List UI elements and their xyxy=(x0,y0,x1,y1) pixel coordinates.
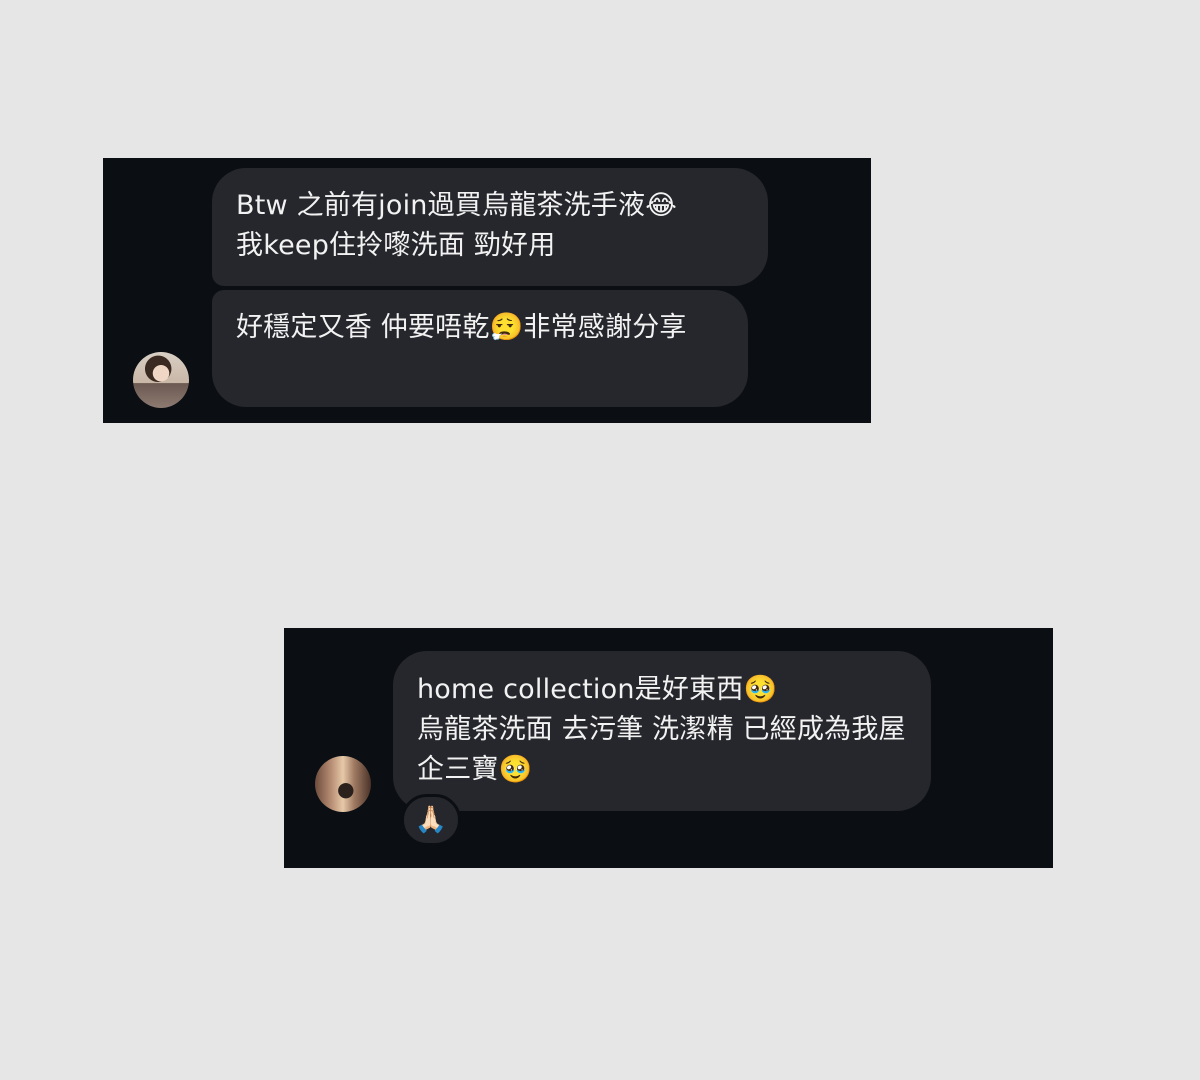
message-bubble[interactable]: home collection是好東西🥹 烏龍茶洗面 去污筆 洗潔精 已經成為我… xyxy=(393,651,931,811)
avatar[interactable] xyxy=(315,756,371,812)
avatar[interactable] xyxy=(133,352,189,408)
folded-hands-icon: 🙏🏻 xyxy=(414,805,448,835)
chat-panel-1: Btw 之前有join過買烏龍茶洗手液😂 我keep住拎嚟洗面 勁好用 好穩定又… xyxy=(103,158,871,423)
reaction-badge[interactable]: 🙏🏻 xyxy=(401,794,461,846)
chat-panel-2: home collection是好東西🥹 烏龍茶洗面 去污筆 洗潔精 已經成為我… xyxy=(284,628,1053,868)
message-bubble[interactable]: Btw 之前有join過買烏龍茶洗手液😂 我keep住拎嚟洗面 勁好用 xyxy=(212,168,768,286)
message-bubble[interactable]: 好穩定又香 仲要唔乾😮‍💨非常感謝分享 xyxy=(212,290,748,407)
